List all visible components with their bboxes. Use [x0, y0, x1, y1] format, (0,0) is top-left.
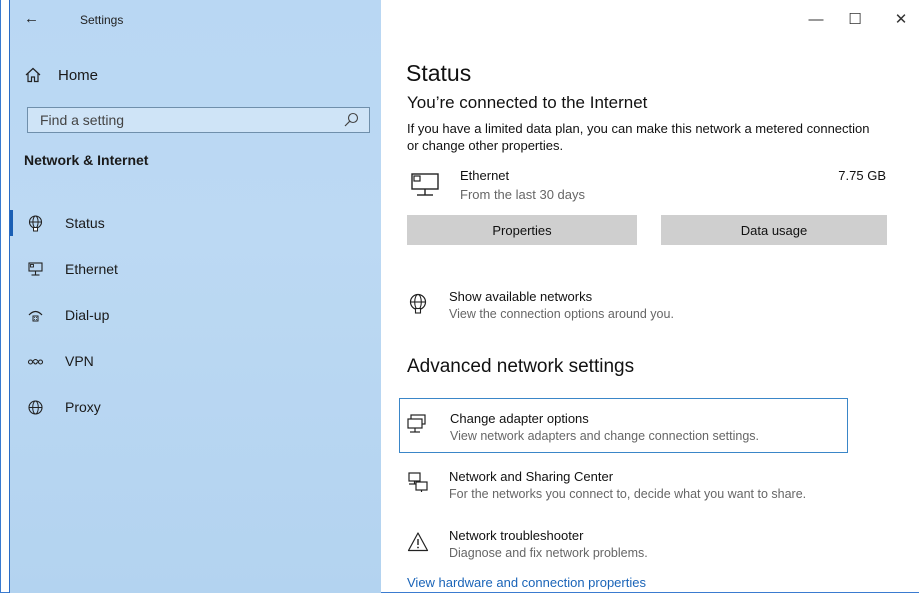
- option-subtitle: For the networks you connect to, decide …: [449, 487, 807, 501]
- home-nav-item[interactable]: Home: [24, 64, 98, 86]
- sidebar-item-label: Status: [65, 215, 105, 231]
- sidebar-item-proxy[interactable]: Proxy: [10, 384, 382, 430]
- page-title: Status: [406, 60, 472, 86]
- settings-window: ← Settings Home Network & Internet: [0, 0, 919, 593]
- warning-icon: [407, 532, 429, 552]
- vpn-icon: [27, 358, 44, 365]
- ethernet-monitor-icon: [411, 173, 439, 196]
- sidebar-item-vpn[interactable]: VPN: [10, 338, 382, 384]
- search-icon[interactable]: [343, 112, 359, 128]
- connection-description: If you have a limited data plan, you can…: [407, 121, 870, 153]
- search-input[interactable]: [40, 112, 343, 128]
- sidebar-nav: Status Ethernet Dial-up VPN Proxy: [10, 200, 382, 430]
- app-title: Settings: [80, 13, 124, 27]
- sidebar-item-label: Dial-up: [65, 307, 110, 323]
- search-box[interactable]: [27, 107, 370, 133]
- main-content: Status You’re connected to the Internet …: [382, 0, 919, 593]
- sidebar-item-label: VPN: [65, 353, 94, 369]
- data-usage-button[interactable]: Data usage: [661, 215, 887, 245]
- properties-button[interactable]: Properties: [407, 215, 637, 245]
- ethernet-period: From the last 30 days: [460, 187, 585, 202]
- network-sharing-center[interactable]: Network and Sharing Center For the netwo…: [407, 469, 897, 505]
- option-subtitle: View network adapters and change connect…: [450, 429, 759, 443]
- home-icon: [25, 67, 41, 83]
- back-button[interactable]: ←: [24, 10, 44, 30]
- sidebar: ← Settings Home Network & Internet: [9, 0, 381, 593]
- network-globe-icon: [409, 293, 427, 314]
- sidebar-item-dialup[interactable]: Dial-up: [10, 292, 382, 338]
- sidebar-item-label: Proxy: [65, 399, 101, 415]
- network-troubleshooter[interactable]: Network troubleshooter Diagnose and fix …: [407, 528, 897, 564]
- section-label: Network & Internet: [24, 152, 149, 168]
- advanced-heading: Advanced network settings: [407, 356, 635, 377]
- sharing-center-icon: [408, 472, 428, 492]
- option-subtitle: Diagnose and fix network problems.: [449, 546, 648, 560]
- hardware-properties-link[interactable]: View hardware and connection properties: [407, 575, 646, 590]
- sidebar-item-label: Ethernet: [65, 261, 118, 277]
- adapter-icon: [407, 414, 426, 433]
- sidebar-item-ethernet[interactable]: Ethernet: [10, 246, 382, 292]
- ethernet-summary: Ethernet From the last 30 days 7.75 GB: [407, 166, 887, 202]
- connection-heading: You’re connected to the Internet: [407, 93, 648, 112]
- status-globe-icon: [28, 214, 43, 231]
- proxy-globe-icon: [28, 399, 43, 415]
- dialup-icon: [28, 310, 43, 321]
- option-subtitle: View the connection options around you.: [449, 307, 674, 321]
- option-title: Show available networks: [449, 289, 593, 304]
- show-available-networks[interactable]: Show available networks View the connect…: [407, 289, 897, 325]
- home-label: Home: [58, 66, 99, 84]
- option-title: Network and Sharing Center: [449, 469, 614, 484]
- ethernet-usage: 7.75 GB: [838, 168, 886, 183]
- sidebar-item-status[interactable]: Status: [10, 200, 382, 246]
- ethernet-icon: [28, 261, 43, 276]
- option-title: Change adapter options: [450, 411, 589, 426]
- option-title: Network troubleshooter: [449, 528, 584, 543]
- ethernet-name: Ethernet: [460, 168, 510, 183]
- change-adapter-options[interactable]: Change adapter options View network adap…: [399, 398, 848, 453]
